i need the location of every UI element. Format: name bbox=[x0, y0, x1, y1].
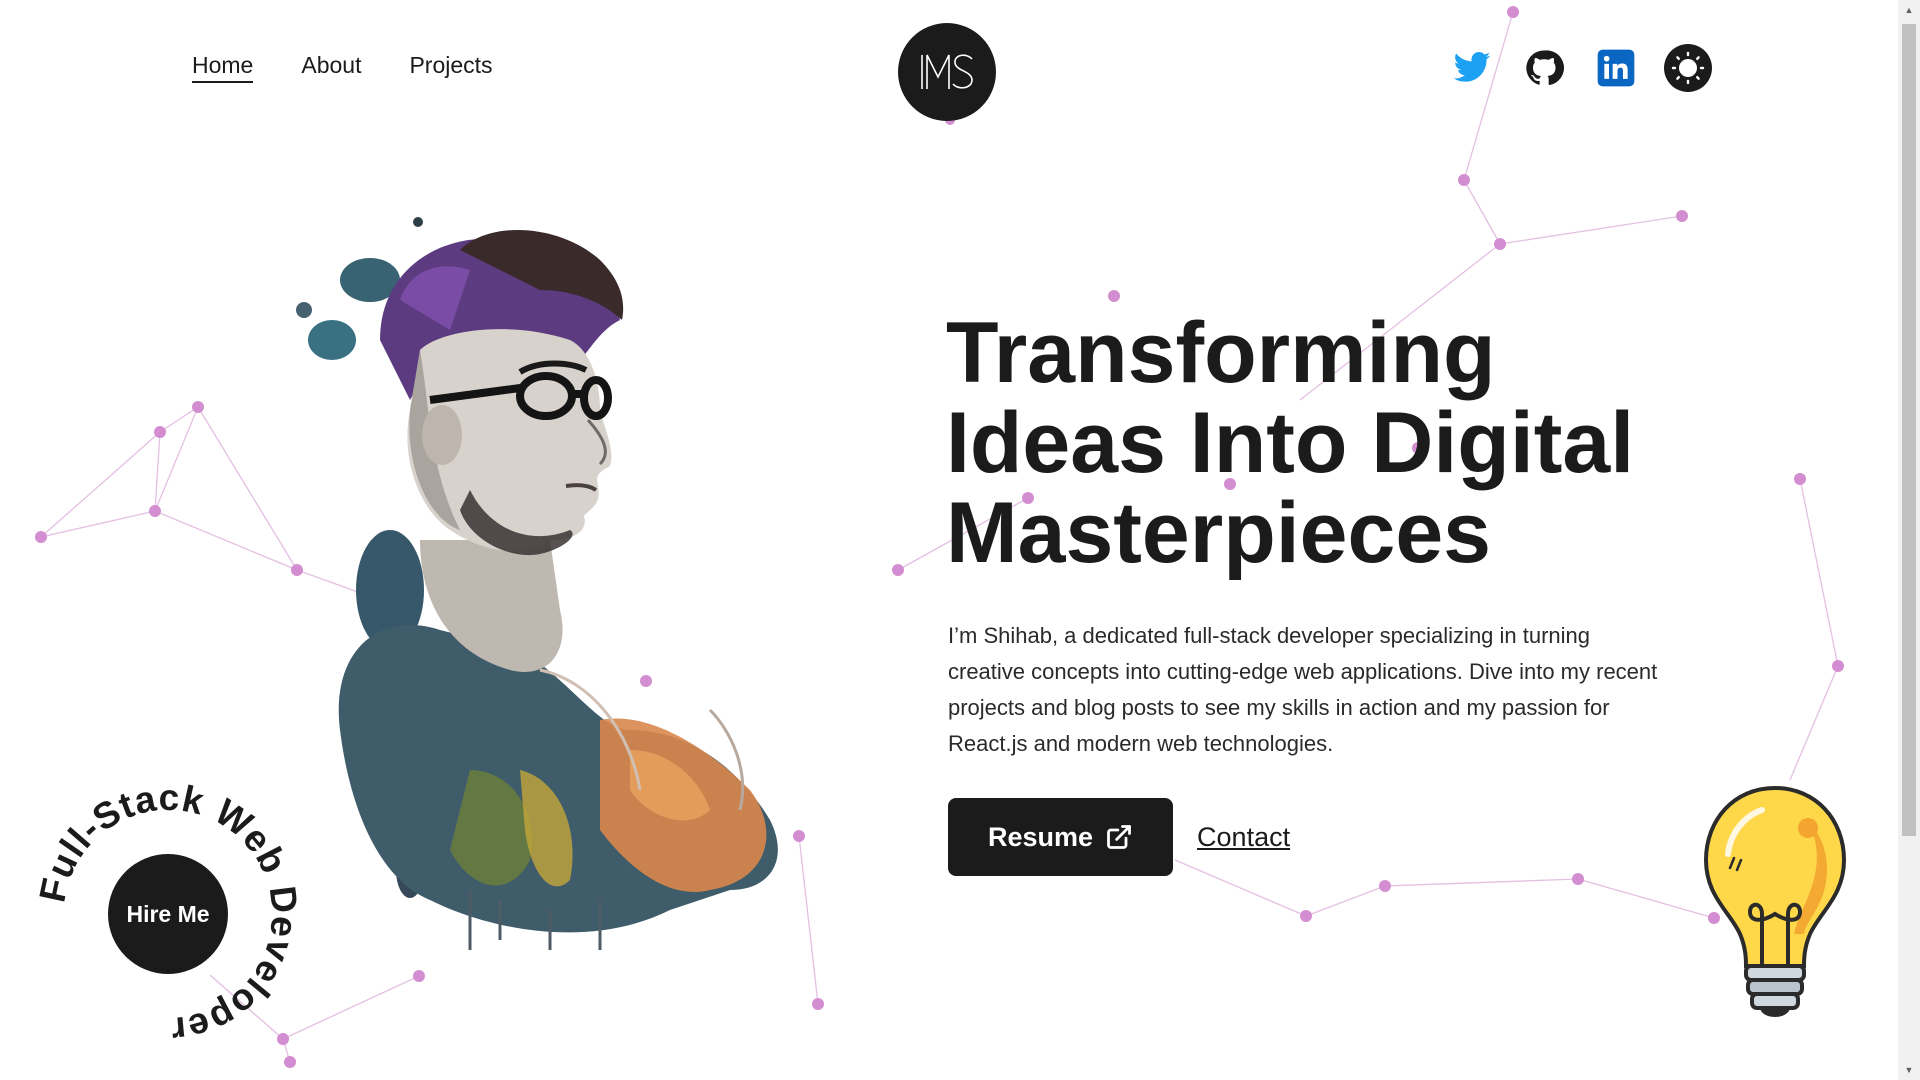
page-viewport: Home About Projects Transforming Ideas I… bbox=[0, 0, 1898, 1080]
nav-projects-link[interactable]: Projects bbox=[409, 52, 492, 83]
social-links bbox=[1448, 44, 1712, 92]
contact-link[interactable]: Contact bbox=[1197, 822, 1290, 853]
nav-home-link[interactable]: Home bbox=[192, 52, 254, 83]
lightbulb-icon bbox=[1703, 785, 1847, 1017]
ms-logo-icon bbox=[921, 54, 973, 89]
twitter-link[interactable] bbox=[1448, 44, 1496, 92]
logo[interactable] bbox=[898, 23, 996, 121]
hero-actions: Resume Contact bbox=[948, 798, 1290, 876]
vertical-scrollbar[interactable]: ▲ ▼ bbox=[1898, 0, 1920, 1080]
theme-toggle-button[interactable] bbox=[1664, 44, 1712, 92]
nav-about-link[interactable]: About bbox=[301, 52, 361, 83]
linkedin-icon bbox=[1597, 49, 1635, 87]
linkedin-link[interactable] bbox=[1592, 44, 1640, 92]
hero-headline: Transforming Ideas Into Digital Masterpi… bbox=[946, 305, 1635, 581]
hire-me-button[interactable]: Hire Me bbox=[108, 854, 228, 974]
sun-icon bbox=[1671, 51, 1705, 85]
main-nav: Home About Projects bbox=[192, 52, 493, 83]
scrollbar-thumb[interactable] bbox=[1902, 24, 1916, 836]
profile-portrait-image bbox=[296, 217, 778, 950]
external-link-icon bbox=[1107, 825, 1131, 849]
scroll-up-arrow-icon[interactable]: ▲ bbox=[1898, 0, 1920, 20]
scroll-down-arrow-icon[interactable]: ▼ bbox=[1898, 1060, 1920, 1080]
resume-button-label: Resume bbox=[988, 821, 1094, 852]
github-icon bbox=[1526, 50, 1564, 86]
hero-intro-text: I’m Shihab, a dedicated full-stack devel… bbox=[948, 623, 1658, 756]
resume-button[interactable]: Resume bbox=[948, 798, 1174, 876]
twitter-icon bbox=[1453, 52, 1491, 82]
github-link[interactable] bbox=[1520, 44, 1568, 92]
hire-me-badge: Full-Stack Web Developer Hire Me bbox=[30, 776, 306, 1052]
